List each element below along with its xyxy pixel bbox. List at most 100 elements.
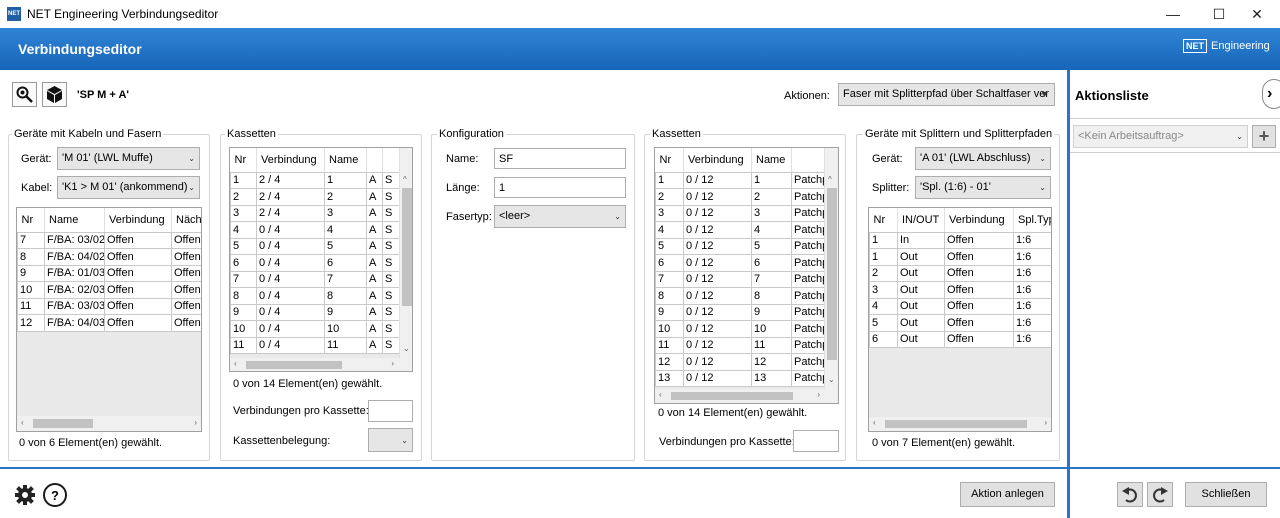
column-header[interactable]: Verbindung — [256, 148, 325, 173]
length-input[interactable]: 1 — [494, 177, 626, 198]
table-row[interactable]: 50 / 45AS — [230, 237, 401, 255]
table-row[interactable]: 1 In Offen 1:6 — [869, 231, 1051, 249]
column-header[interactable]: Name — [44, 208, 105, 233]
scroll-thumb[interactable] — [885, 420, 1027, 428]
expand-panel-button[interactable]: › — [1262, 79, 1280, 109]
splitter-device-dropdown[interactable]: 'A 01' (LWL Abschluss) ⌄ — [915, 147, 1051, 170]
work-order-dropdown[interactable]: <Kein Arbeitsauftrag> ⌄ — [1073, 125, 1248, 148]
cassette-assignment-dropdown[interactable]: ⌄ — [368, 428, 413, 452]
table-row[interactable]: 32 / 43AS — [230, 204, 401, 222]
vertical-scrollbar[interactable]: ^ ⌄ — [399, 148, 412, 358]
column-header[interactable]: Nr — [17, 208, 45, 233]
table-row[interactable]: 80 / 48AS — [230, 287, 401, 305]
table-row[interactable]: 6 Out Offen 1:6 — [869, 330, 1051, 348]
table-row[interactable]: 11 F/BA: 03/03 Offen Offen — [17, 297, 201, 315]
fiber-grid[interactable]: Nr Name Verbindung Näch 7 F/BA: 03/02 Offe… — [16, 207, 202, 432]
horizontal-scrollbar[interactable]: ‹ › — [17, 416, 201, 431]
table-row[interactable]: 12 0 / 12 12 Patchp — [655, 353, 826, 371]
help-button[interactable]: ? — [43, 483, 67, 507]
scroll-left-icon[interactable]: ‹ — [21, 418, 24, 427]
column-header[interactable]: Verbindung — [104, 208, 172, 233]
table-row[interactable]: 9 F/BA: 01/03 Offen Offen — [17, 264, 201, 282]
table-row[interactable]: 12 F/BA: 04/03 Offen Offen — [17, 314, 201, 332]
scroll-down-icon[interactable]: ⌄ — [403, 344, 410, 353]
scroll-thumb[interactable] — [246, 361, 342, 369]
minimize-button[interactable]: — — [1150, 0, 1196, 28]
redo-button[interactable] — [1147, 482, 1173, 507]
scroll-left-icon[interactable]: ‹ — [659, 390, 662, 399]
table-row[interactable]: 90 / 12 9 Patchp — [655, 303, 826, 321]
table-row[interactable]: 40 / 44AS — [230, 221, 401, 239]
table-row[interactable]: 1 Out Offen 1:6 — [869, 248, 1051, 266]
table-row[interactable]: 10 0 / 12 10 Patchp — [655, 320, 826, 338]
table-row[interactable]: 7 F/BA: 03/02 Offen Offen — [17, 231, 201, 249]
table-row[interactable]: 12 / 41AS — [230, 171, 401, 189]
create-action-button[interactable]: Aktion anlegen — [960, 482, 1055, 507]
column-header[interactable]: Verbindung — [683, 148, 752, 173]
select-object-button[interactable] — [42, 82, 67, 107]
table-row[interactable]: 70 / 12 7 Patchp — [655, 270, 826, 288]
table-row[interactable]: 11 0 / 12 11 Patchp — [655, 336, 826, 354]
table-row[interactable]: 4 Out Offen 1:6 — [869, 297, 1051, 315]
cassettes-right-grid[interactable]: Nr Verbindung Name 10 / 12 1 Patchp 2 0 / 12… — [654, 147, 839, 404]
device-dropdown[interactable]: 'M 01' (LWL Muffe) ⌄ — [57, 147, 200, 170]
table-row[interactable]: 20 / 12 2 Patchp — [655, 188, 826, 206]
column-header[interactable]: Nr — [869, 208, 898, 233]
splitter-dropdown[interactable]: 'Spl. (1:6) - 01' ⌄ — [915, 176, 1051, 199]
scroll-left-icon[interactable]: ‹ — [234, 359, 237, 368]
column-header[interactable]: Nr — [655, 148, 684, 173]
fibertype-dropdown[interactable]: <leer> ⌄ — [494, 205, 626, 228]
close-window-button[interactable]: ✕ — [1234, 0, 1280, 28]
scroll-thumb[interactable] — [671, 392, 793, 400]
scroll-right-icon[interactable]: › — [817, 390, 820, 399]
column-header[interactable]: Spl.Typ — [1013, 208, 1051, 233]
table-row[interactable]: 10 / 12 1 Patchp — [655, 171, 826, 189]
column-header[interactable]: IN/OUT — [897, 208, 945, 233]
scroll-right-icon[interactable]: › — [1044, 418, 1047, 427]
column-header[interactable]: Näch — [171, 208, 201, 233]
table-row[interactable]: 70 / 47AS — [230, 270, 401, 288]
splitter-path-grid[interactable]: Nr IN/OUT Verbindung Spl.Typ 1 In Offen 1:6… — [868, 207, 1052, 432]
column-header[interactable] — [791, 148, 826, 173]
scroll-right-icon[interactable]: › — [391, 359, 394, 368]
search-object-button[interactable] — [12, 82, 37, 107]
scroll-thumb[interactable] — [33, 419, 93, 428]
table-row[interactable]: 2 Out Offen 1:6 — [869, 264, 1051, 282]
table-row[interactable]: 50 / 12 5 Patchp — [655, 237, 826, 255]
table-row[interactable]: 11 0 / 4 11 A S — [230, 336, 401, 354]
table-row[interactable]: 10 F/BA: 02/03 Offen Offen — [17, 281, 201, 299]
table-row[interactable]: 30 / 12 3 Patchp — [655, 204, 826, 222]
scroll-up-icon[interactable]: ^ — [403, 175, 407, 184]
scroll-thumb[interactable] — [402, 188, 412, 306]
scroll-down-icon[interactable]: ⌄ — [828, 375, 835, 384]
table-row[interactable]: 13 0 / 12 13 Patchp — [655, 369, 826, 387]
name-input[interactable]: SF — [494, 148, 626, 169]
table-row[interactable]: 80 / 12 8 Patchp — [655, 287, 826, 305]
column-header[interactable]: Name — [751, 148, 792, 173]
scroll-thumb[interactable] — [827, 188, 837, 360]
table-row[interactable]: 3 Out Offen 1:6 — [869, 281, 1051, 299]
settings-button[interactable] — [13, 483, 37, 507]
horizontal-scrollbar[interactable]: ‹ › — [655, 389, 838, 403]
horizontal-scrollbar[interactable]: ‹ › — [230, 358, 412, 371]
column-header[interactable]: Nr — [230, 148, 257, 173]
table-row[interactable]: 5 Out Offen 1:6 — [869, 314, 1051, 332]
column-header[interactable]: Name — [324, 148, 367, 173]
cassettes-left-grid[interactable]: Nr Verbindung Name 12 / 41AS22 / 42AS32 … — [229, 147, 413, 372]
scroll-up-icon[interactable]: ^ — [828, 175, 832, 184]
per-cassette-input[interactable] — [368, 400, 413, 422]
add-work-order-button[interactable]: + — [1252, 125, 1276, 148]
table-row[interactable]: 40 / 12 4 Patchp — [655, 221, 826, 239]
table-row[interactable]: 90 / 49AS — [230, 303, 401, 321]
horizontal-scrollbar[interactable]: ‹ › — [869, 417, 1051, 431]
actions-dropdown[interactable]: Faser mit Splitterpfad über Schaltfaser … — [838, 83, 1055, 106]
close-button[interactable]: Schließen — [1185, 482, 1267, 507]
column-header[interactable] — [382, 148, 401, 173]
column-header[interactable] — [366, 148, 383, 173]
cable-dropdown[interactable]: 'K1 > M 01' (ankommend) ⌄ — [57, 176, 200, 199]
table-row[interactable]: 60 / 46AS — [230, 254, 401, 272]
column-header[interactable]: Verbindung — [944, 208, 1014, 233]
vertical-scrollbar[interactable]: ^ ⌄ — [824, 148, 838, 389]
table-row[interactable]: 22 / 42AS — [230, 188, 401, 206]
per-cassette-input-right[interactable] — [793, 430, 839, 452]
